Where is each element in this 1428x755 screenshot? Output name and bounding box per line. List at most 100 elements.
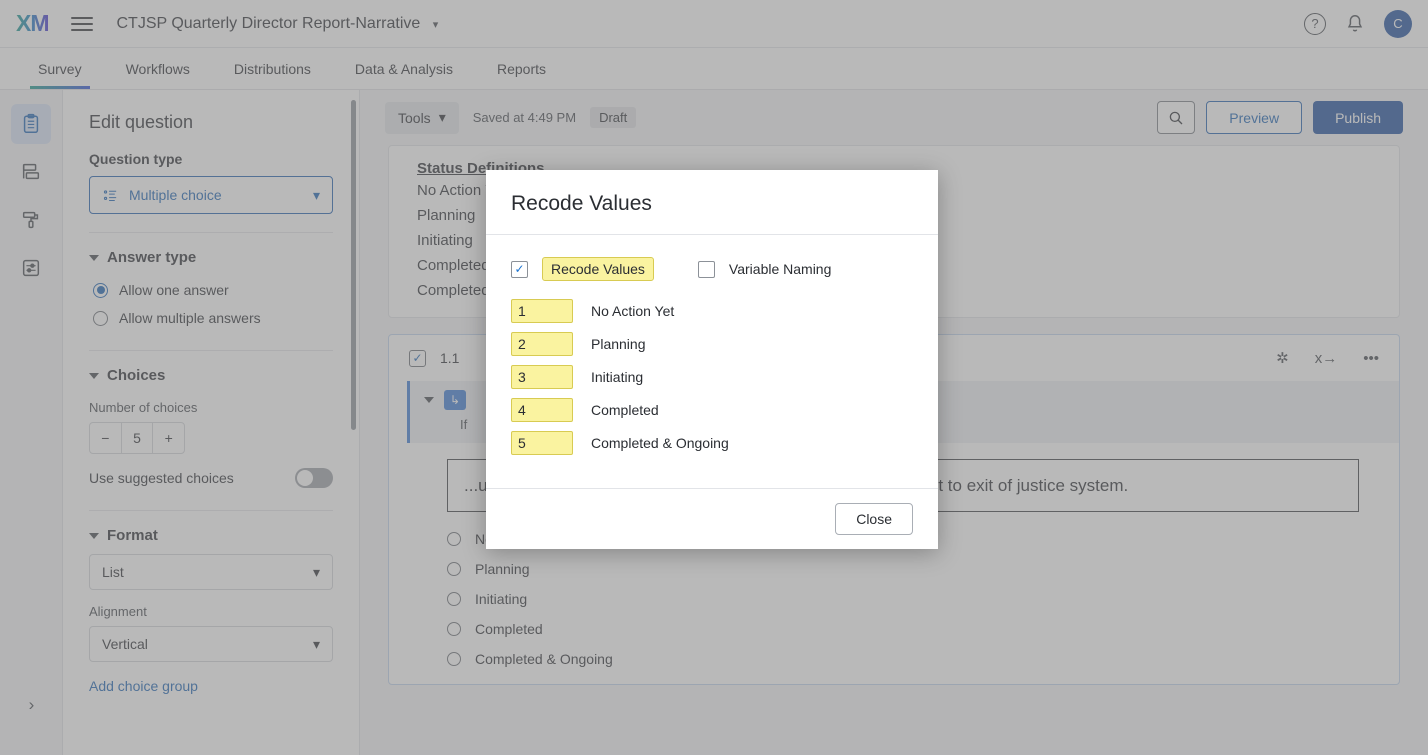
tools-label: Tools (398, 109, 431, 126)
radio-icon (447, 622, 461, 636)
chevron-down-icon: ▾ (312, 563, 320, 580)
recode-value-input[interactable] (511, 431, 573, 455)
increment-button[interactable]: + (153, 423, 184, 453)
radio-label: Allow one answer (119, 282, 229, 298)
alignment-value: Vertical (102, 636, 148, 652)
canvas-toolbar: Tools ▾ Saved at 4:49 PM Draft Preview P… (360, 90, 1428, 145)
help-icon[interactable]: ? (1304, 12, 1326, 35)
radio-icon (93, 310, 108, 326)
decrement-button[interactable]: − (90, 423, 121, 453)
recode-row-label: Planning (591, 336, 646, 352)
choice-label: Completed (475, 621, 543, 637)
panel-scrollbar[interactable] (351, 100, 356, 430)
more-options-icon[interactable]: ••• (1363, 350, 1379, 367)
radio-allow-one-answer[interactable]: Allow one answer (89, 276, 333, 304)
recode-row: Completed & Ongoing (511, 431, 913, 455)
choices-count-value[interactable]: 5 (120, 423, 154, 453)
tab-distributions[interactable]: Distributions (212, 48, 333, 89)
collapse-triangle-icon[interactable] (424, 397, 434, 403)
tab-label: Distributions (233, 60, 311, 77)
question-type-select[interactable]: Multiple choice ▾ (89, 176, 333, 214)
header-actions: ? C (1304, 9, 1412, 38)
recode-row: Planning (511, 332, 913, 356)
expand-panel-icon[interactable]: › (0, 695, 63, 715)
hamburger-menu-icon[interactable] (70, 13, 93, 35)
tools-button[interactable]: Tools ▾ (385, 101, 459, 134)
saved-status-text: Saved at 4:49 PM (472, 110, 577, 125)
choice-label: Planning (475, 561, 530, 577)
recode-value-input[interactable] (511, 332, 573, 356)
survey-builder-icon[interactable] (11, 104, 51, 144)
section-label: Answer type (107, 249, 197, 266)
tab-workflows[interactable]: Workflows (104, 48, 212, 89)
recode-row-label: Completed (591, 402, 659, 418)
answer-type-section-header[interactable]: Answer type (89, 233, 333, 276)
variable-naming-checkbox[interactable] (697, 260, 715, 278)
dialog-title: Recode Values (511, 192, 652, 215)
recode-values-checkbox-label[interactable]: Recode Values (542, 257, 654, 281)
alignment-label: Alignment (89, 604, 147, 619)
choices-section-header[interactable]: Choices (89, 351, 333, 394)
look-and-feel-icon[interactable] (11, 200, 51, 240)
left-icon-rail: › (0, 90, 63, 755)
tab-data-analysis[interactable]: Data & Analysis (333, 48, 475, 89)
recode-value-input[interactable] (511, 365, 573, 389)
format-select[interactable]: List ▾ (89, 554, 333, 590)
star-icon[interactable]: ✲ (1276, 349, 1289, 367)
project-title-menu[interactable]: CTJSP Quarterly Director Report-Narrativ… (117, 15, 439, 33)
choice-option[interactable]: Completed & Ongoing (447, 644, 1399, 674)
recode-row-label: Initiating (591, 369, 644, 385)
dialog-header: Recode Values (486, 170, 938, 235)
question-select-checkbox[interactable]: ✓ (409, 349, 426, 367)
add-choice-group-link[interactable]: Add choice group (89, 678, 198, 694)
tab-reports[interactable]: Reports (475, 48, 568, 89)
collapse-triangle-icon (89, 372, 99, 379)
use-suggested-choices-toggle[interactable] (295, 468, 333, 488)
choice-option[interactable]: Initiating (447, 584, 1399, 614)
recode-value-input[interactable] (511, 299, 573, 323)
radio-icon (447, 652, 461, 666)
recode-row: Completed (511, 398, 913, 422)
number-of-choices-label: Number of choices (89, 400, 198, 415)
user-avatar[interactable]: C (1384, 9, 1412, 38)
choice-option[interactable]: Planning (447, 554, 1399, 584)
main-nav-tabs: Survey Workflows Distributions Data & An… (0, 48, 1428, 90)
alignment-select[interactable]: Vertical ▾ (89, 626, 333, 662)
edit-question-panel: Edit question Question type Multiple cho… (63, 90, 360, 755)
section-label: Choices (107, 367, 166, 384)
tab-label: Reports (496, 60, 547, 77)
recode-values-checkbox[interactable]: ✓ (511, 260, 528, 278)
blocks-icon[interactable] (11, 152, 51, 192)
recode-row-label: Completed & Ongoing (591, 435, 729, 451)
tab-survey[interactable]: Survey (16, 48, 104, 89)
recode-value-input[interactable] (511, 398, 573, 422)
publish-button[interactable]: Publish (1313, 101, 1403, 134)
choice-label: Completed & Ongoing (475, 651, 613, 667)
format-value: List (102, 564, 124, 580)
piped-text-icon[interactable]: x→ (1315, 350, 1338, 367)
tab-label: Workflows (125, 60, 190, 77)
preview-button[interactable]: Preview (1206, 101, 1303, 134)
choice-option[interactable]: Completed (447, 614, 1399, 644)
use-suggested-choices-label: Use suggested choices (89, 470, 234, 486)
dialog-footer: Close (486, 488, 938, 549)
branch-logic-icon: ↳ (444, 390, 466, 410)
collapse-triangle-icon (89, 532, 99, 539)
toolbar-right-actions: Preview Publish (1157, 101, 1403, 134)
notifications-bell-icon[interactable] (1344, 13, 1366, 35)
question-type-value: Multiple choice (129, 187, 222, 203)
format-section-header[interactable]: Format (89, 511, 333, 554)
chevron-down-icon: ▾ (438, 109, 446, 125)
search-icon[interactable] (1157, 101, 1196, 134)
project-title-text: CTJSP Quarterly Director Report-Narrativ… (116, 14, 421, 32)
radio-allow-multiple-answers[interactable]: Allow multiple answers (89, 304, 333, 332)
radio-icon (447, 532, 461, 546)
close-button[interactable]: Close (835, 503, 913, 535)
app-root: XM CTJSP Quarterly Director Report-Narra… (0, 0, 1428, 755)
question-type-label: Question type (89, 151, 183, 167)
variable-naming-label[interactable]: Variable Naming (729, 261, 831, 277)
number-of-choices-stepper[interactable]: − 5 + (89, 422, 185, 454)
draft-status-badge: Draft (590, 107, 637, 128)
survey-options-icon[interactable] (11, 248, 51, 288)
radio-icon (447, 562, 461, 576)
